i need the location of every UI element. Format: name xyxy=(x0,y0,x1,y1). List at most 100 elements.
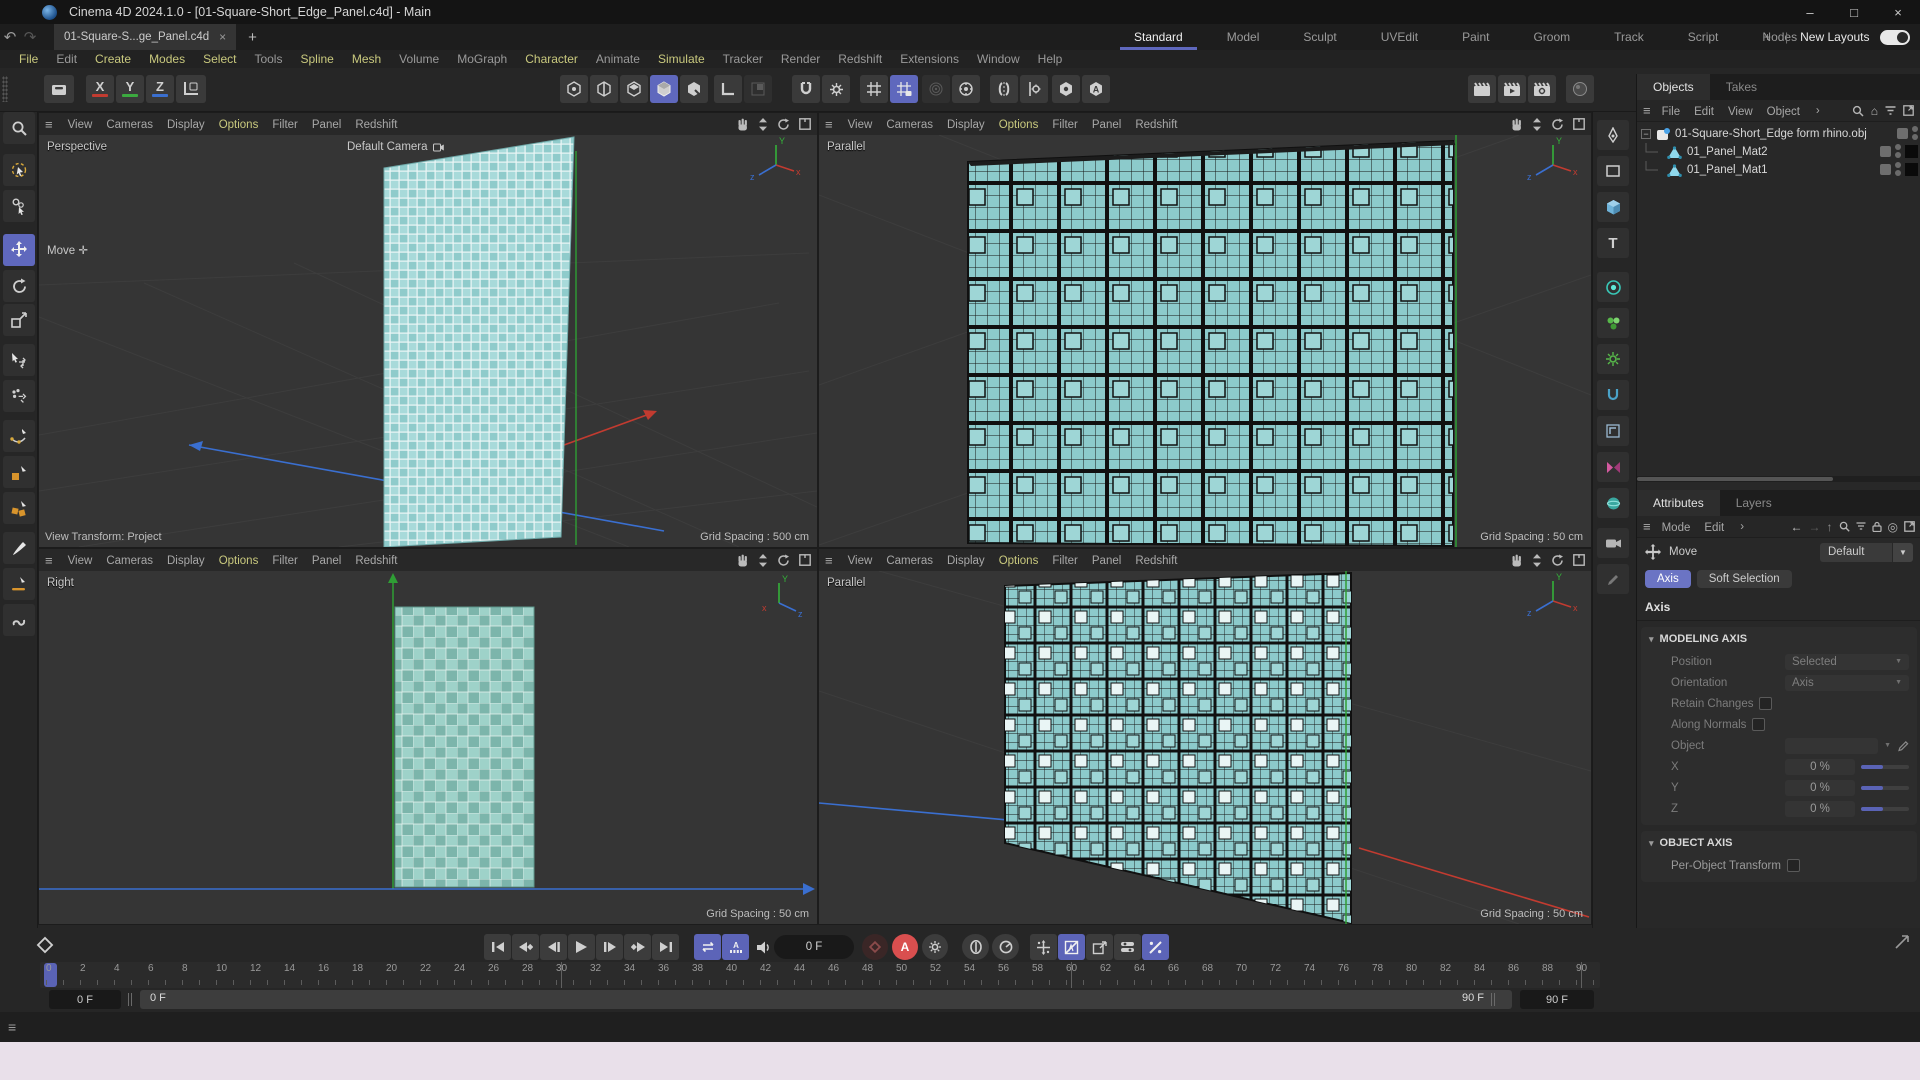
tool-mode-button[interactable]: Axis xyxy=(1645,570,1691,588)
polygons-mode-button[interactable] xyxy=(620,75,648,103)
up-icon[interactable]: ↑ xyxy=(1827,520,1833,534)
menu-item[interactable]: Tracker xyxy=(714,52,772,66)
undock-icon[interactable] xyxy=(1904,521,1915,532)
menu-item[interactable]: Spline xyxy=(291,52,342,66)
symmetry-object-icon[interactable] xyxy=(1597,452,1629,482)
menu-item[interactable]: Modes xyxy=(140,52,194,66)
viewport-menu-item[interactable]: Display xyxy=(160,119,212,131)
workplane-guide-icon[interactable] xyxy=(1597,416,1629,446)
viewport-perspective[interactable]: ≡ View Cameras Display Options Filter Panel Re… xyxy=(38,112,818,548)
visibility-dots[interactable] xyxy=(1895,162,1901,176)
new-document-tab-button[interactable]: + xyxy=(248,29,257,46)
play-mode-button[interactable]: A xyxy=(722,934,749,960)
viewport-canvas[interactable]: Y x z xyxy=(819,571,1591,924)
live-selection-tool[interactable] xyxy=(3,154,35,186)
menu-item[interactable]: Simulate xyxy=(649,52,714,66)
search-icon[interactable] xyxy=(1852,105,1864,117)
auto-mode-hex-button[interactable]: A xyxy=(1082,75,1110,103)
y-percent-field[interactable]: 0 % xyxy=(1785,779,1855,796)
edit-toggle[interactable] xyxy=(1880,145,1891,157)
menu-item[interactable]: Select xyxy=(194,52,245,66)
document-tab-close-icon[interactable]: × xyxy=(219,30,226,44)
viewport-menu-item[interactable]: Panel xyxy=(305,555,348,567)
next-frame-button[interactable] xyxy=(596,934,623,960)
attributes-menu-item[interactable]: Mode xyxy=(1655,522,1698,534)
coordinate-system-icon[interactable] xyxy=(176,75,206,103)
range-start-field[interactable]: 0 F xyxy=(49,990,121,1009)
attributes-menu-item[interactable]: Edit xyxy=(1697,522,1731,534)
zoom-view-icon[interactable] xyxy=(758,117,768,131)
sketch-pen-tool[interactable] xyxy=(3,456,35,488)
per-object-transform-checkbox[interactable] xyxy=(1786,859,1800,872)
menu-item[interactable]: Extensions xyxy=(891,52,968,66)
viewport-menu-item[interactable]: View xyxy=(61,119,100,131)
menu-item[interactable]: Character xyxy=(516,52,587,66)
viewport-menu-item[interactable]: Options xyxy=(992,555,1046,567)
brush-tool[interactable] xyxy=(3,532,35,564)
target-icon[interactable]: ◎ xyxy=(1888,520,1898,534)
visibility-dots[interactable] xyxy=(1895,144,1901,158)
workplane-mode-button[interactable] xyxy=(744,75,772,103)
menu-item[interactable]: Window xyxy=(968,52,1029,66)
viewport-parallel-top[interactable]: ≡ View Cameras Display Options Filter Panel Re… xyxy=(818,112,1592,548)
document-tab[interactable]: 01-Square-S...ge_Panel.c4d × xyxy=(54,24,237,50)
zoom-view-icon[interactable] xyxy=(758,553,768,567)
home-icon[interactable]: ⌂ xyxy=(1871,104,1878,118)
y-slider[interactable] xyxy=(1861,785,1909,790)
quantize-grid-lock-button[interactable] xyxy=(890,75,918,103)
section-header[interactable]: ▾ MODELING AXIS xyxy=(1641,627,1917,651)
layout-tab[interactable]: Model xyxy=(1205,24,1282,50)
range-grip[interactable] xyxy=(128,993,133,1006)
layout-tab[interactable]: Track xyxy=(1592,24,1666,50)
timeline-options-button[interactable] xyxy=(1114,934,1141,960)
viewport-menu-item[interactable]: Filter xyxy=(265,555,305,567)
simulation-icon[interactable] xyxy=(1597,272,1629,302)
layout-tab[interactable]: Sculpt xyxy=(1281,24,1358,50)
viewport-menu-item[interactable]: Panel xyxy=(305,119,348,131)
object-row-child[interactable]: 01_Panel_Mat1 xyxy=(1637,161,1920,179)
pan-view-icon[interactable] xyxy=(737,118,749,131)
orientation-select[interactable]: Axis ▼ xyxy=(1785,674,1909,691)
pan-view-icon[interactable] xyxy=(737,554,749,567)
menu-item[interactable]: Help xyxy=(1029,52,1072,66)
rotate-view-icon[interactable] xyxy=(1551,554,1564,567)
material-swatch[interactable] xyxy=(1905,144,1918,158)
retain-changes-checkbox[interactable] xyxy=(1759,697,1773,710)
viewport-hamburger-icon[interactable]: ≡ xyxy=(45,117,53,132)
menu-item[interactable]: Edit xyxy=(47,52,86,66)
workplane-box-icon[interactable] xyxy=(44,75,74,103)
preset-dropdown[interactable]: Default ▼ xyxy=(1820,542,1913,562)
viewport-menu-item[interactable]: Redshift xyxy=(1128,555,1184,567)
redo-icon[interactable]: ↷ xyxy=(20,28,40,46)
viewport-menu-item[interactable]: View xyxy=(61,555,100,567)
menu-item[interactable]: Animate xyxy=(587,52,649,66)
camera-label[interactable]: Default Camera xyxy=(347,141,444,153)
spline-smooth-tool[interactable] xyxy=(3,604,35,636)
edit-toggle[interactable] xyxy=(1897,127,1908,139)
snap-settings-gear-icon[interactable] xyxy=(822,75,850,103)
pen-tool-icon[interactable] xyxy=(1597,120,1629,150)
text-spline-icon[interactable]: T xyxy=(1597,228,1629,258)
play-button[interactable] xyxy=(568,934,595,960)
snap-keys-button[interactable] xyxy=(1142,934,1169,960)
annotate-pencil-icon[interactable] xyxy=(1597,564,1629,594)
viewport-parallel-bottom[interactable]: ≡ View Cameras Display Options Filter Panel Re… xyxy=(818,548,1592,925)
rotate-view-icon[interactable] xyxy=(777,554,790,567)
object-row-root[interactable]: − 01-Square-Short_Edge form rhino.obj xyxy=(1637,125,1920,143)
panel-tab[interactable]: Objects xyxy=(1637,74,1710,100)
viewport-menu-item[interactable]: Options xyxy=(992,119,1046,131)
pan-view-icon[interactable] xyxy=(1511,554,1523,567)
material-swatch[interactable] xyxy=(1905,162,1918,176)
viewport-right[interactable]: ≡ View Cameras Display Options Filter Panel Re… xyxy=(38,548,818,925)
zoom-view-icon[interactable] xyxy=(1532,553,1542,567)
texture-mode-button[interactable] xyxy=(680,75,708,103)
line-cut-tool[interactable] xyxy=(3,568,35,600)
falloff-rings-button[interactable] xyxy=(922,75,950,103)
sound-button[interactable] xyxy=(750,934,777,960)
viewport-menu-item[interactable]: Cameras xyxy=(879,119,940,131)
material-manager-strip[interactable] xyxy=(0,1042,1920,1080)
record-keyframe-button[interactable] xyxy=(862,934,888,960)
timeline-ruler[interactable]: 0246810121416182022242628303234363840424… xyxy=(40,962,1600,988)
status-hamburger-icon[interactable]: ≡ xyxy=(8,1019,16,1035)
toggle-single-view-icon[interactable] xyxy=(799,554,811,566)
